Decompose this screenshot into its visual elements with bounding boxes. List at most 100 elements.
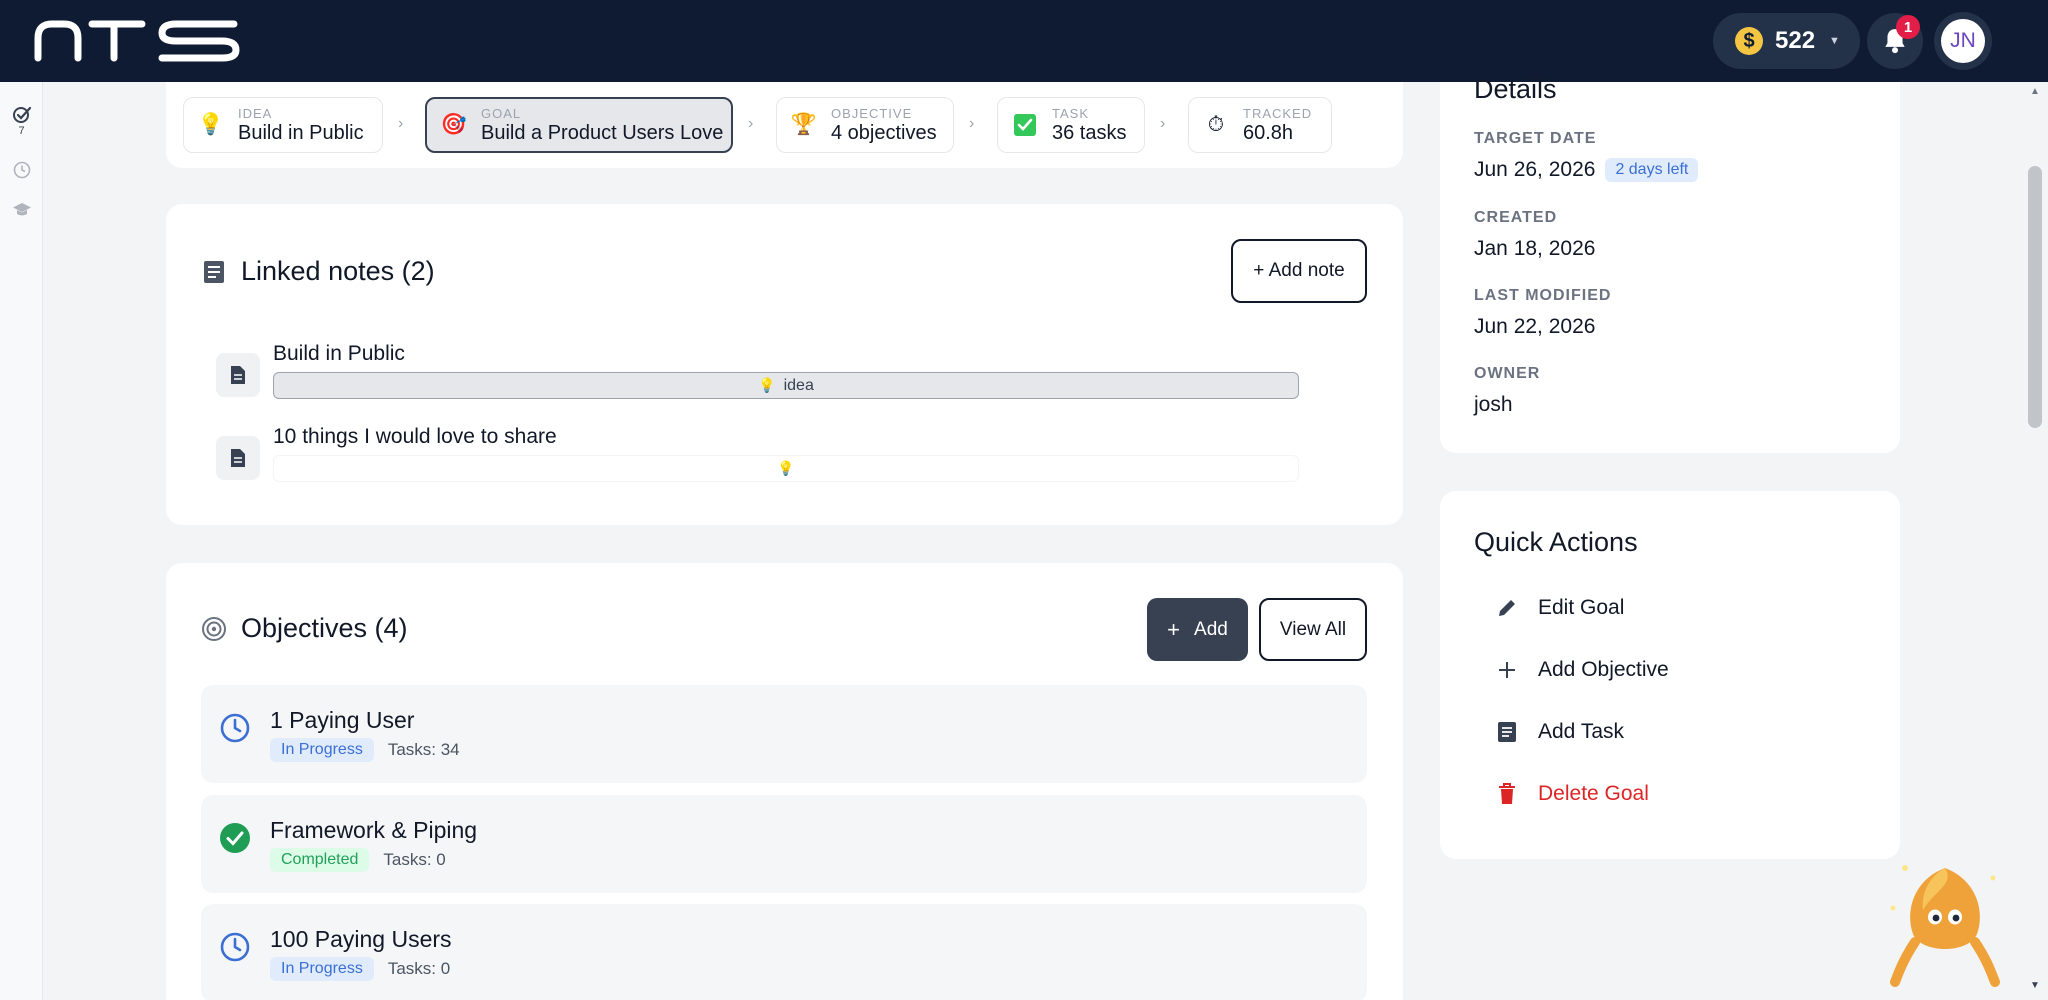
- add-objective-button[interactable]: + Add: [1147, 598, 1248, 661]
- quick-actions-card: Quick Actions Edit Goal Add Objective Ad…: [1440, 491, 1900, 859]
- objectives-header: Objectives (4): [201, 613, 408, 644]
- objective-row[interactable]: 1 Paying User In Progress Tasks: 34: [201, 685, 1367, 783]
- chevron-right-icon: ›: [748, 115, 754, 132]
- coins-dropdown[interactable]: $ 522 ▼: [1713, 13, 1860, 69]
- rail-goals[interactable]: 7: [0, 104, 43, 137]
- chevron-right-icon: ›: [969, 115, 975, 132]
- breadcrumb-kicker: IDEA: [238, 105, 273, 121]
- document-icon: [216, 436, 260, 480]
- owner-label: OWNER: [1474, 365, 1541, 382]
- rail-history[interactable]: [0, 161, 43, 179]
- left-rail: 7 ›: [0, 82, 43, 1000]
- details-title: Details: [1474, 74, 1557, 104]
- breadcrumb-label: Build a Product Users Love: [481, 121, 724, 144]
- notes-icon: [204, 260, 224, 283]
- coins-count: 522: [1775, 27, 1816, 54]
- plus-icon: [1494, 660, 1520, 680]
- target-date: Jun 26, 2026: [1474, 158, 1596, 181]
- quick-actions-title: Quick Actions: [1474, 527, 1638, 557]
- days-left-badge: 2 days left: [1605, 158, 1699, 182]
- target-date-value: Jun 26, 2026 2 days left: [1474, 158, 1699, 182]
- status-badge: In Progress: [270, 957, 374, 981]
- add-objective-action[interactable]: Add Objective: [1494, 658, 1669, 682]
- last-modified-value: Jun 22, 2026: [1474, 315, 1596, 338]
- last-modified-label: LAST MODIFIED: [1474, 287, 1612, 304]
- edit-goal-label: Edit Goal: [1538, 596, 1625, 619]
- note-tag-label: idea: [783, 376, 814, 394]
- delete-goal-label: Delete Goal: [1538, 782, 1649, 805]
- breadcrumb-label: 36 tasks: [1052, 121, 1127, 144]
- lightbulb-icon: 💡: [758, 377, 776, 393]
- stopwatch-icon: ⏱: [1207, 113, 1225, 136]
- user-menu-button[interactable]: JN: [1934, 12, 1992, 70]
- target-rings-icon: [202, 616, 226, 641]
- objective-title: 1 Paying User: [270, 707, 415, 733]
- graduation-cap-icon: [12, 203, 31, 216]
- breadcrumb-label: Build in Public: [238, 121, 364, 144]
- objectives-title: Objectives (4): [241, 613, 408, 643]
- pencil-icon: [1494, 597, 1520, 619]
- completed-check-icon: [220, 823, 250, 853]
- app-logo[interactable]: [34, 20, 244, 62]
- assistant-mascot[interactable]: [1885, 850, 2005, 1000]
- clock-icon: [13, 161, 30, 179]
- target-date-label: TARGET DATE: [1474, 130, 1597, 147]
- details-card: Details TARGET DATE Jun 26, 2026 2 days l…: [1440, 74, 1900, 453]
- note-tag: 💡: [273, 455, 1299, 482]
- top-bar: $ 522 ▼ 1 JN: [0, 0, 2048, 82]
- breadcrumb-kicker: GOAL: [481, 105, 522, 121]
- linked-notes-title: Linked notes (2): [241, 256, 435, 286]
- breadcrumb-kicker: TRACKED: [1243, 105, 1313, 121]
- trophy-icon: 🏆: [790, 113, 818, 136]
- avatar: JN: [1941, 19, 1985, 63]
- scroll-down-arrow-icon[interactable]: ▼: [2030, 980, 2040, 991]
- target-check-icon: [12, 106, 31, 123]
- note-title: 10 things I would love to share: [273, 425, 557, 448]
- created-label: CREATED: [1474, 209, 1558, 226]
- note-title: Build in Public: [273, 342, 405, 365]
- note-item[interactable]: Build in Public 💡 idea: [216, 342, 1356, 402]
- objective-title: Framework & Piping: [270, 817, 478, 843]
- document-icon: [216, 353, 260, 397]
- chevron-right-icon: ›: [398, 115, 404, 132]
- view-all-button[interactable]: View All: [1259, 598, 1367, 661]
- breadcrumb-label: 4 objectives: [831, 121, 937, 144]
- in-progress-clock-icon: [220, 713, 250, 743]
- lightbulb-icon: 💡: [197, 113, 225, 136]
- scroll-up-arrow-icon[interactable]: ▲: [2030, 86, 2040, 97]
- breadcrumb-objective[interactable]: 🏆 OBJECTIVE 4 objectives: [776, 97, 954, 153]
- target-icon: 🎯: [440, 113, 468, 136]
- objective-row[interactable]: Framework & Piping Completed Tasks: 0: [201, 795, 1367, 893]
- scrollbar-thumb[interactable]: [2028, 166, 2042, 428]
- trash-icon: [1494, 783, 1520, 805]
- status-badge: In Progress: [270, 738, 374, 762]
- chevron-right-icon: ›: [1160, 115, 1166, 132]
- note-item[interactable]: 10 things I would love to share 💡: [216, 425, 1356, 485]
- add-note-button[interactable]: + Add note: [1231, 239, 1367, 303]
- rail-goals-count: 7: [18, 125, 25, 137]
- breadcrumb-idea[interactable]: 💡 IDEA Build in Public: [183, 97, 383, 153]
- note-tag: 💡 idea: [273, 372, 1299, 399]
- in-progress-clock-icon: [220, 932, 250, 962]
- objective-task-count: Tasks: 34: [387, 740, 460, 759]
- coin-icon: $: [1735, 27, 1763, 55]
- breadcrumb-tracked[interactable]: ⏱ TRACKED 60.8h: [1188, 97, 1332, 153]
- notification-badge: 1: [1896, 15, 1920, 39]
- lightbulb-icon: 💡: [777, 460, 795, 476]
- breadcrumb-label: 60.8h: [1243, 121, 1294, 144]
- linked-notes-card: Linked notes (2) + Add note Build in Pub…: [166, 204, 1403, 525]
- breadcrumb-kicker: TASK: [1052, 105, 1089, 121]
- objectives-card: Objectives (4) + Add View All 1 Paying U…: [166, 563, 1403, 1000]
- rail-learning[interactable]: [0, 201, 43, 219]
- breadcrumb-goal[interactable]: 🎯 GOAL Build a Product Users Love: [425, 97, 733, 153]
- objective-task-count: Tasks: 0: [387, 959, 451, 978]
- delete-goal-action[interactable]: Delete Goal: [1494, 782, 1649, 806]
- linked-notes-header: Linked notes (2): [203, 256, 435, 287]
- goal-breadcrumb: 💡 IDEA Build in Public › 🎯 GOAL Build a …: [166, 82, 1403, 168]
- add-task-action[interactable]: Add Task: [1494, 720, 1624, 744]
- edit-goal-action[interactable]: Edit Goal: [1494, 596, 1624, 620]
- task-list-icon: [1494, 721, 1520, 743]
- objective-row[interactable]: 100 Paying Users In Progress Tasks: 0: [201, 904, 1367, 1000]
- status-badge: Completed: [270, 848, 370, 872]
- breadcrumb-task[interactable]: TASK 36 tasks: [997, 97, 1145, 153]
